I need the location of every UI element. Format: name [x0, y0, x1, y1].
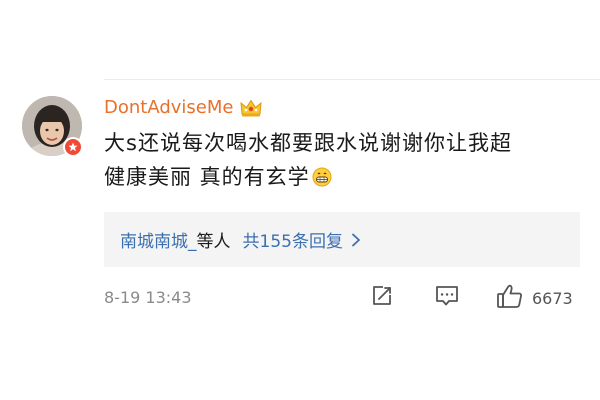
grin-icon	[312, 163, 332, 187]
comment-line-2: 健康美丽 真的有玄学	[104, 165, 310, 189]
verified-badge-icon	[63, 137, 83, 157]
share-button[interactable]	[370, 284, 394, 312]
comment-footer: 8-19 13:43 6673	[104, 284, 580, 312]
like-count: 6673	[532, 288, 573, 308]
comment-line-1: 大s还说每次喝水都要跟水说谢谢你让我超	[104, 131, 512, 155]
reply-count-link[interactable]: 共155条回复	[243, 227, 343, 252]
chevron-right-icon	[351, 233, 361, 247]
comment-line-2-wrap: 健康美丽 真的有玄学	[104, 160, 574, 194]
comment-icon	[434, 284, 460, 312]
comment-button[interactable]	[434, 284, 460, 312]
timestamp: 8-19 13:43	[104, 288, 192, 307]
crown-icon	[239, 98, 263, 118]
username-text[interactable]: DontAdviseMe	[104, 96, 233, 120]
username[interactable]: DontAdviseMe	[104, 96, 263, 120]
reply-user-names[interactable]: 南城南城_	[120, 227, 197, 252]
comment-text: 大s还说每次喝水都要跟水说谢谢你让我超 健康美丽 真的有玄学	[104, 126, 574, 194]
reply-separator: 等人	[196, 232, 231, 252]
share-icon	[370, 284, 394, 312]
thumbs-up-icon	[496, 283, 524, 313]
like-button[interactable]: 6673	[496, 284, 573, 312]
top-divider	[104, 79, 600, 80]
replies-preview[interactable]: 南城南城_ 等人 共155条回复	[104, 212, 580, 267]
